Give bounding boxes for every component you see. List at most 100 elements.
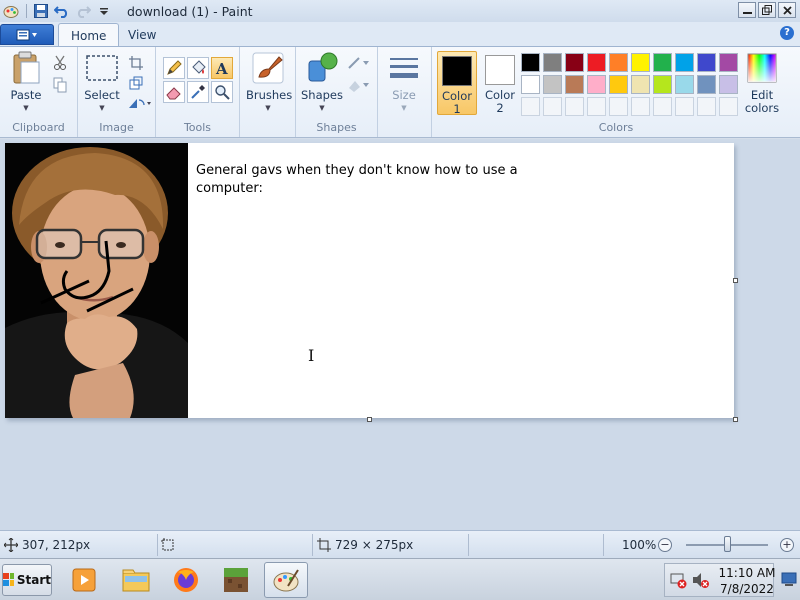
paint-taskbar-icon[interactable]	[264, 562, 308, 598]
magnifier-icon[interactable]	[211, 81, 233, 103]
resize-icon[interactable]	[126, 73, 146, 93]
window-title: download (1) - Paint	[127, 3, 253, 19]
separator	[603, 534, 604, 556]
color-picker-icon[interactable]	[187, 81, 209, 103]
size-group: Size ▼	[378, 47, 432, 137]
canvas-text-line-1: General gavs when they don't know how to…	[196, 163, 518, 178]
restore-button[interactable]	[758, 2, 776, 18]
shapes-icon	[305, 51, 339, 85]
drawing-canvas[interactable]: General gavs when they don't know how to…	[5, 143, 734, 418]
image-group-label: Image	[99, 121, 134, 134]
cursor-position-text: 307, 212px	[22, 538, 91, 552]
volume-muted-icon[interactable]	[690, 565, 710, 595]
rotate-icon[interactable]	[126, 93, 154, 113]
window-controls	[736, 2, 796, 18]
cut-icon[interactable]	[50, 53, 70, 73]
paste-label: Paste	[10, 88, 42, 102]
paste-icon	[9, 51, 43, 85]
canvas-text[interactable]: General gavs when they don't know how to…	[196, 162, 526, 198]
paint-menu-button[interactable]	[0, 24, 54, 45]
brush-icon	[251, 51, 285, 85]
minecraft-taskbar-icon[interactable]	[214, 562, 258, 598]
select-button[interactable]: Select ▼	[82, 51, 122, 115]
shapes-button[interactable]: Shapes ▼	[300, 51, 344, 115]
minimize-button[interactable]	[738, 2, 756, 18]
clipboard-group: Paste ▼ Clipboard	[0, 47, 78, 137]
resize-handle-right[interactable]	[733, 278, 738, 283]
paste-button[interactable]: Paste ▼	[6, 51, 46, 115]
shapes-group: Shapes ▼ Shapes	[296, 47, 378, 137]
tab-view[interactable]: View	[116, 23, 168, 46]
separator	[26, 4, 27, 18]
image-size-icon	[317, 538, 331, 552]
image-group: Select ▼ Image	[78, 47, 156, 137]
brushes-button[interactable]: Brushes ▼	[246, 51, 293, 115]
zoom-level: 100%	[622, 538, 657, 552]
separator	[312, 534, 313, 556]
zoom-out-button[interactable]: −	[658, 538, 672, 552]
pasted-photo[interactable]	[5, 143, 188, 418]
size-icon	[387, 51, 421, 85]
close-button[interactable]	[778, 2, 796, 18]
tools-grid: A	[163, 57, 235, 105]
outline-icon[interactable]	[346, 53, 372, 73]
fill-icon[interactable]	[187, 57, 209, 79]
separator	[157, 534, 158, 556]
canvas-workarea[interactable]: General gavs when they don't know how to…	[0, 139, 800, 530]
zoom-in-button[interactable]: +	[780, 538, 794, 552]
clock-time: 11:10 AM	[718, 566, 776, 580]
shapes-group-label: Shapes	[316, 121, 357, 134]
size-button[interactable]: Size ▼	[384, 51, 424, 115]
show-desktop-icon[interactable]	[780, 569, 798, 589]
tab-home[interactable]: Home	[58, 23, 120, 46]
firefox-taskbar-icon[interactable]	[164, 562, 208, 598]
file-explorer-taskbar-icon[interactable]	[114, 562, 158, 598]
ibeam-cursor-icon: I	[308, 346, 315, 365]
image-size: 729 × 275px	[317, 535, 413, 555]
selection-icon	[161, 538, 174, 551]
paint-app-icon[interactable]	[3, 3, 19, 19]
select-label: Select	[84, 88, 120, 102]
move-cursor-icon	[4, 538, 18, 552]
help-icon[interactable]: ?	[780, 26, 794, 40]
clock[interactable]: 11:10 AM 7/8/2022	[714, 565, 780, 597]
ribbon: Paste ▼ Clipboard Select ▼ Image Tools A…	[0, 46, 800, 138]
brushes-label: Brushes	[246, 88, 293, 102]
quick-access-toolbar	[0, 0, 117, 22]
copy-icon[interactable]	[50, 75, 70, 95]
crop-icon[interactable]	[126, 53, 146, 73]
separator	[468, 534, 469, 556]
select-icon	[85, 51, 119, 85]
title-bar: download (1) - Paint	[0, 0, 800, 22]
size-label: Size	[392, 88, 416, 102]
status-bar: 307, 212px 729 × 275px 100% − +	[0, 530, 800, 558]
taskbar: Start 11:10 AM 7/8/2022	[0, 558, 800, 600]
clipboard-group-label: Clipboard	[12, 121, 65, 134]
customize-qa-chevron-icon[interactable]	[96, 3, 112, 19]
ribbon-tabs: Home View ?	[0, 22, 800, 46]
start-label: Start	[16, 573, 51, 587]
resize-handle-bottom[interactable]	[367, 417, 372, 422]
svg-text:A: A	[215, 60, 228, 76]
tools-group-label: Tools	[183, 121, 212, 134]
undo-icon[interactable]	[54, 3, 70, 19]
zoom-slider-thumb[interactable]	[724, 536, 731, 552]
fill-shape-icon[interactable]	[346, 75, 372, 95]
start-button[interactable]: Start	[2, 564, 52, 596]
colors-group: Colors	[432, 47, 800, 137]
eraser-icon[interactable]	[163, 81, 185, 103]
redo-icon[interactable]	[75, 3, 91, 19]
colors-group-label: Colors	[598, 121, 634, 134]
brushes-group: Brushes ▼	[240, 47, 296, 137]
clock-date: 7/8/2022	[720, 582, 774, 596]
windows-logo-icon	[3, 573, 14, 586]
cursor-position: 307, 212px	[4, 535, 90, 555]
canvas-text-line-2: computer:	[196, 181, 263, 196]
save-icon[interactable]	[33, 3, 49, 19]
text-tool-icon[interactable]: A	[211, 57, 233, 79]
pencil-icon[interactable]	[163, 57, 185, 79]
selection-size	[161, 535, 175, 555]
network-warning-icon[interactable]	[668, 565, 688, 595]
resize-handle-corner[interactable]	[733, 417, 738, 422]
media-player-taskbar-icon[interactable]	[62, 562, 106, 598]
